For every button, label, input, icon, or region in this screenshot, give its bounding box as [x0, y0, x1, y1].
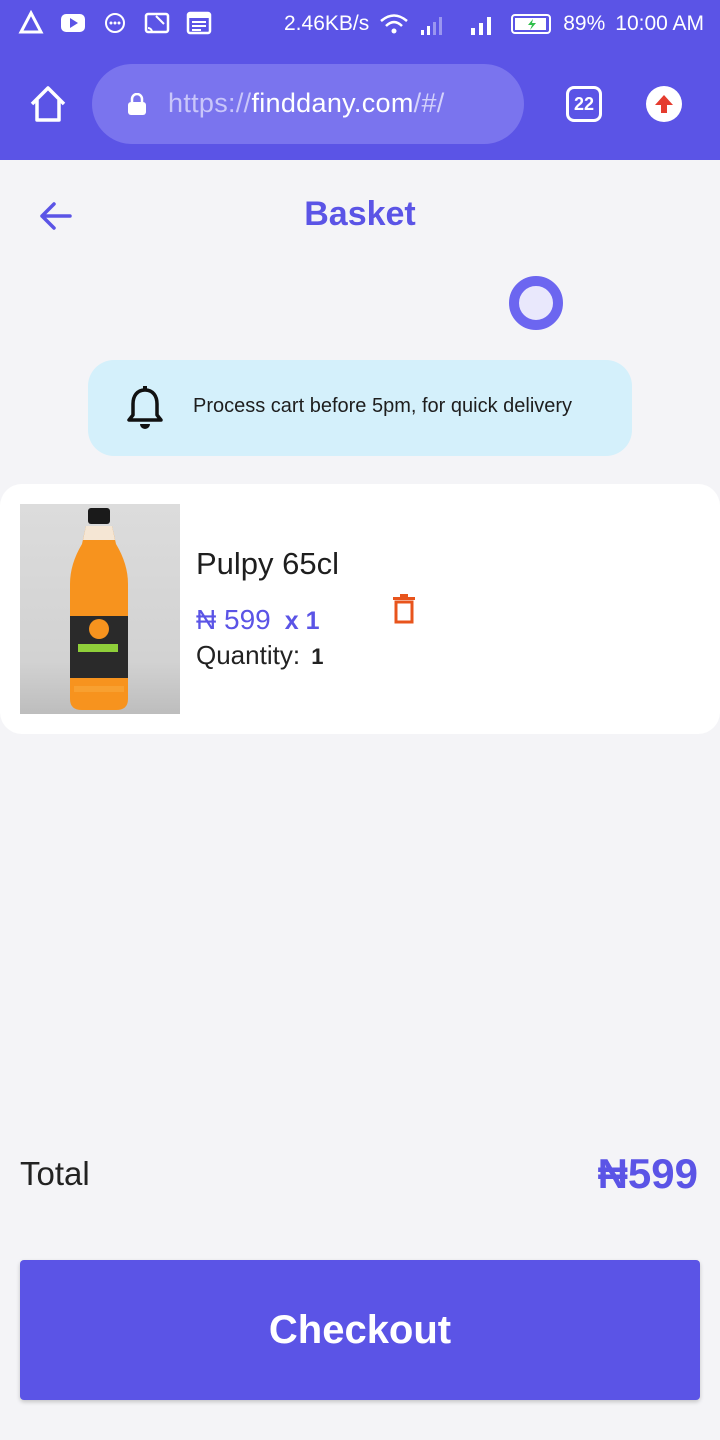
tab-count: 22	[573, 93, 595, 114]
battery-level: 89%	[563, 12, 606, 35]
delivery-notice: Process cart before 5pm, for quick deliv…	[88, 360, 632, 456]
tabs-button[interactable]: 22	[566, 86, 602, 122]
product-image[interactable]	[20, 504, 180, 714]
signal-icon	[421, 17, 443, 35]
cart-item: Pulpy 65cl ₦ 599 x 1 Quantity: 1	[0, 484, 720, 734]
quantity-value: 1	[311, 644, 324, 669]
total-label: Total	[20, 1155, 90, 1192]
trash-icon[interactable]	[392, 594, 416, 624]
bell-icon	[127, 386, 163, 429]
lock-icon	[128, 93, 146, 115]
product-price: ₦ 599 x 1	[196, 604, 319, 636]
url-scheme: https://	[168, 88, 252, 118]
product-name: Pulpy 65cl	[196, 546, 340, 581]
loading-spinner	[509, 276, 563, 330]
url-domain: finddany.com	[251, 88, 414, 118]
page-title: Basket	[304, 195, 416, 233]
address-bar[interactable]: https://finddany.com/#/	[92, 64, 524, 144]
price-value: ₦ 599	[196, 604, 271, 635]
chat-icon	[105, 13, 125, 33]
clock: 10:00 AM	[615, 12, 704, 35]
signal-icon-2	[471, 17, 492, 35]
cast-icon	[144, 12, 170, 34]
update-button[interactable]	[646, 86, 682, 122]
status-bar: 2.46KB/s 89% 10:00 AM	[0, 0, 720, 50]
total-value: ₦599	[597, 1150, 698, 1197]
wifi-icon	[380, 14, 409, 34]
upload-arrow-icon	[655, 95, 673, 113]
price-multiplier: x 1	[284, 607, 320, 635]
news-icon	[186, 11, 212, 35]
bottle-image	[70, 508, 128, 710]
checkout-button[interactable]: Checkout	[20, 1260, 700, 1400]
url-path: /#/	[413, 88, 445, 118]
home-icon[interactable]	[26, 82, 70, 126]
quantity-row: Quantity: 1	[196, 640, 324, 671]
browser-chrome: 2.46KB/s 89% 10:00 AM https://finddany.c…	[0, 0, 720, 160]
quantity-label: Quantity:	[196, 640, 301, 670]
notice-text: Process cart before 5pm, for quick deliv…	[193, 395, 573, 417]
url-text[interactable]: https://finddany.com/#/	[168, 88, 445, 119]
net-speed: 2.46KB/s	[284, 12, 370, 35]
app-icon	[18, 10, 44, 34]
battery-icon	[511, 14, 552, 34]
youtube-icon	[61, 14, 85, 32]
